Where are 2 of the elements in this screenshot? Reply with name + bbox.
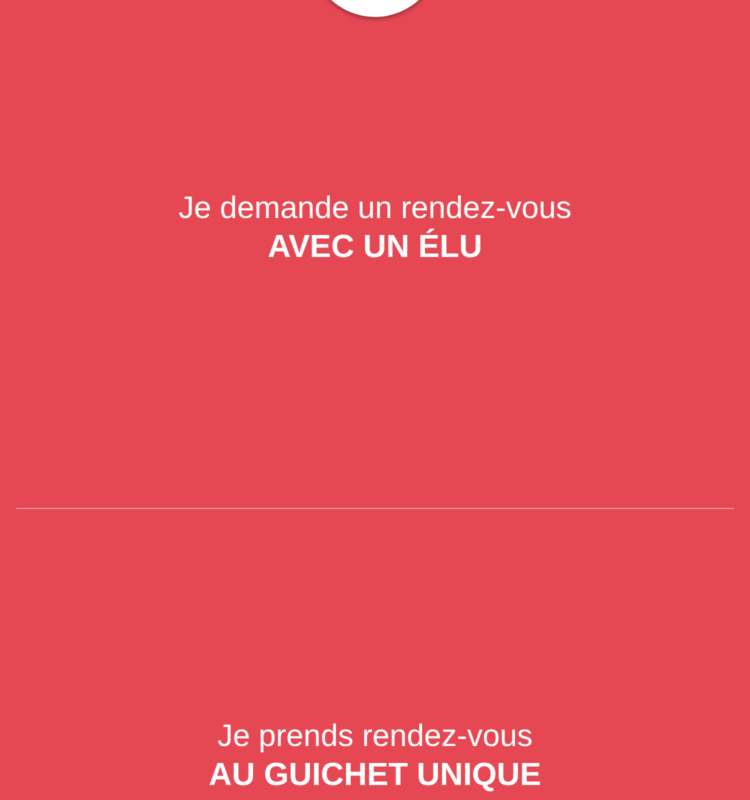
appointment-link[interactable]: Je prends rendez-vous AU GUICHET UNIQUE [208, 717, 542, 793]
appointment-link[interactable]: Je demande un rendez-vous AVEC UN ÉLU [178, 189, 572, 265]
